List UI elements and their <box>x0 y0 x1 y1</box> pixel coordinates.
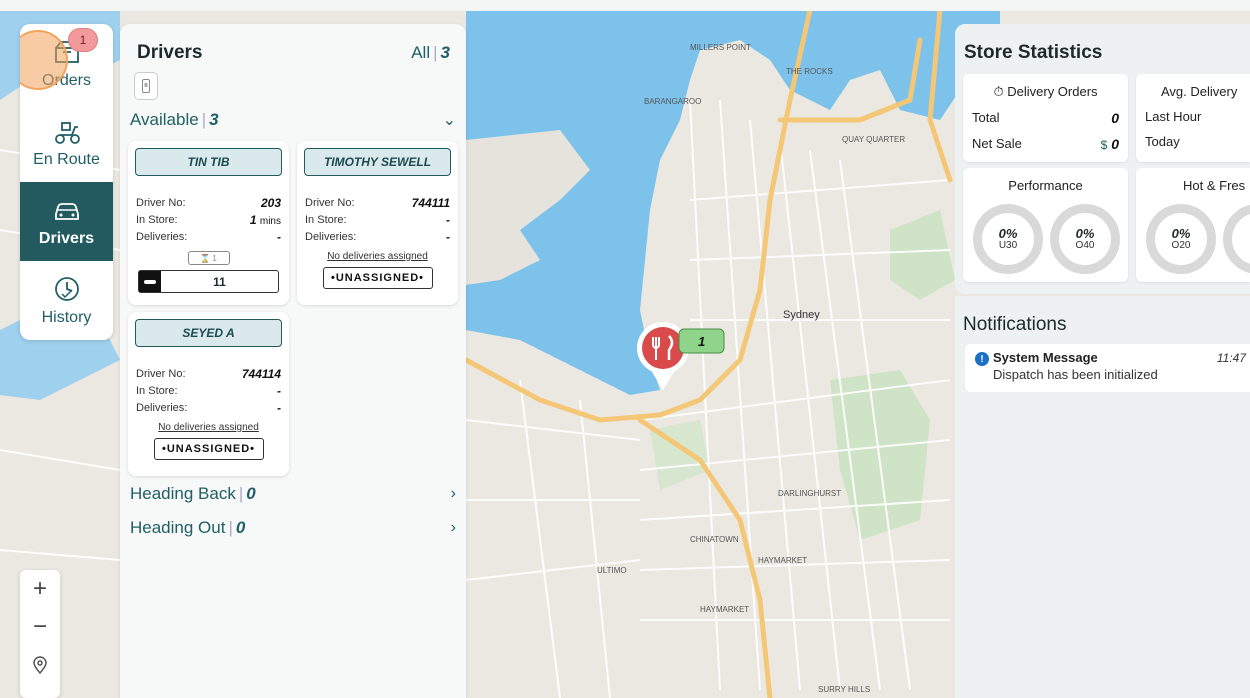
nav-label: Drivers <box>38 229 95 247</box>
location-pin-icon <box>33 656 47 674</box>
nav-drivers[interactable]: Drivers <box>20 182 113 261</box>
driver-no-row: Driver No: 744114 <box>136 366 281 381</box>
location-pin-button[interactable] <box>20 646 60 684</box>
car-icon <box>54 202 79 220</box>
heading-out-section-toggle[interactable]: Heading Out | 0 › <box>130 518 456 538</box>
map-label-sydney: Sydney <box>783 309 820 321</box>
notification-item[interactable]: ! System Message 11:47 Dispatch has been… <box>965 344 1250 392</box>
notification-title: System Message <box>993 350 1098 365</box>
notification-time: 11:47 <box>1216 351 1246 365</box>
deliveries-row: Deliveries: - <box>136 400 281 415</box>
tracker-number: 11 <box>213 274 226 289</box>
unassigned-status[interactable]: •UNASSIGNED• <box>153 438 264 460</box>
map-label: HAYMARKET <box>758 556 807 565</box>
in-store-row: In Store: 1 mins <box>136 212 281 227</box>
driver-name[interactable]: TIMOTHY SEWELL <box>304 148 451 176</box>
phone-button[interactable] <box>134 72 158 100</box>
driver-no-row: Driver No: 744111 <box>305 195 450 210</box>
driver-card[interactable]: TIMOTHY SEWELL Driver No: 744111 In Store… <box>297 141 458 305</box>
info-icon: ! <box>975 352 989 366</box>
map-label: ULTIMO <box>597 566 627 575</box>
deliveries-row: Deliveries: - <box>136 229 281 244</box>
hot-fresh-box: Hot & Fres 0% O20 <box>1136 168 1250 282</box>
box-header: Performance <box>1008 178 1083 193</box>
all-label: All <box>411 43 431 62</box>
map-label: BARANGAROO <box>644 97 701 106</box>
top-strip <box>0 0 1250 11</box>
driver-no-row: Driver No: 203 <box>136 195 281 210</box>
box-header: Avg. Delivery <box>1161 84 1238 99</box>
chevron-right-icon: › <box>450 485 456 502</box>
nav-label: History <box>41 308 92 326</box>
heading-back-count: 0 <box>246 484 256 503</box>
zoom-out-button[interactable]: − <box>20 608 60 646</box>
stopwatch-icon: ⏱ <box>993 84 1004 99</box>
available-label: Available <box>130 110 199 129</box>
box-header: Hot & Fres <box>1183 178 1246 193</box>
driver-name[interactable]: SEYED A <box>135 319 282 347</box>
stats-title: Store Statistics <box>964 42 1103 63</box>
heading-back-label: Heading Back <box>130 484 236 503</box>
phone-icon <box>142 79 150 93</box>
o20-donut: 0% O20 <box>1146 204 1216 274</box>
performance-box: Performance 0% U30 0% O40 <box>963 168 1128 282</box>
map-label: HAYMARKET <box>700 605 749 614</box>
partial-donut <box>1223 204 1250 274</box>
map-label: CHINATOWN <box>690 535 739 544</box>
delivery-orders-box: ⏱ Delivery Orders Total 0 Net Sale $ 0 <box>963 74 1128 162</box>
in-store-row: In Store: - <box>136 383 281 398</box>
available-section-toggle[interactable]: Available | 3 ⌄ <box>130 110 456 130</box>
store-statistics: Store Statistics ⏱ Delivery Orders Total… <box>955 24 1250 294</box>
driver-card[interactable]: SEYED A Driver No: 744114 In Store: - Deli… <box>128 312 289 476</box>
history-icon <box>54 276 79 301</box>
right-panel: Store Statistics ⏱ Delivery Orders Total… <box>955 24 1250 698</box>
deliveries-row: Deliveries: - <box>305 229 450 244</box>
no-deliveries-text: No deliveries assigned <box>158 422 259 433</box>
heading-out-count: 0 <box>235 518 246 537</box>
notifications-title: Notifications <box>963 314 1067 335</box>
panel-title: Drivers <box>137 42 203 63</box>
map-label: QUAY QUARTER <box>842 135 905 144</box>
nav-orders[interactable]: 1 Orders <box>20 24 113 103</box>
box-header: Delivery Orders <box>1007 84 1098 99</box>
driver-card[interactable]: TIN TIB Driver No: 203 In Store: 1 mins De… <box>128 141 289 305</box>
notifications-panel: Notifications ! System Message 11:47 Dis… <box>955 296 1250 698</box>
orders-badge: 1 <box>68 28 98 52</box>
all-count: 3 <box>440 43 450 62</box>
heading-back-section-toggle[interactable]: Heading Back | 0 › <box>130 484 456 504</box>
no-deliveries-text: No deliveries assigned <box>327 251 428 262</box>
all-drivers-filter[interactable]: All | 3 <box>411 43 450 63</box>
map-label: MILLERS POINT <box>690 43 751 52</box>
tracker-chip-icon <box>139 271 161 292</box>
driver-name[interactable]: TIN TIB <box>135 148 282 176</box>
chevron-down-icon: ⌄ <box>442 112 456 129</box>
zoom-in-button[interactable]: + <box>20 570 60 608</box>
drivers-panel: Drivers All | 3 Available | 3 ⌄ TIN TIB Driv… <box>120 24 466 698</box>
scooter-icon <box>54 121 80 144</box>
u30-donut: 0% U30 <box>973 204 1043 274</box>
nav-history[interactable]: History <box>20 261 113 340</box>
wait-timer: ⌛ 1 <box>187 251 230 265</box>
tracker-tag[interactable]: 11 <box>138 270 279 293</box>
svg-text:1: 1 <box>698 334 705 349</box>
map-label: SURRY HILLS <box>818 685 870 694</box>
main-nav: 1 Orders En Route Drivers History <box>20 24 113 340</box>
map-label: DARLINGHURST <box>778 489 841 498</box>
map-zoom-controls: + − <box>20 570 60 698</box>
nav-en-route[interactable]: En Route <box>20 103 113 182</box>
heading-out-label: Heading Out <box>130 518 226 537</box>
unassigned-status[interactable]: •UNASSIGNED• <box>322 267 433 289</box>
o40-donut: 0% O40 <box>1050 204 1120 274</box>
chevron-right-icon: › <box>450 519 456 536</box>
map-label: THE ROCKS <box>786 67 833 76</box>
available-count: 3 <box>209 110 219 129</box>
avg-delivery-box: Avg. Delivery Last Hour Today <box>1136 74 1250 162</box>
in-store-row: In Store: - <box>305 212 450 227</box>
driver-count-marker[interactable]: 1 <box>678 328 725 354</box>
nav-label: En Route <box>33 150 100 168</box>
notification-message: Dispatch has been initialized <box>993 367 1158 382</box>
